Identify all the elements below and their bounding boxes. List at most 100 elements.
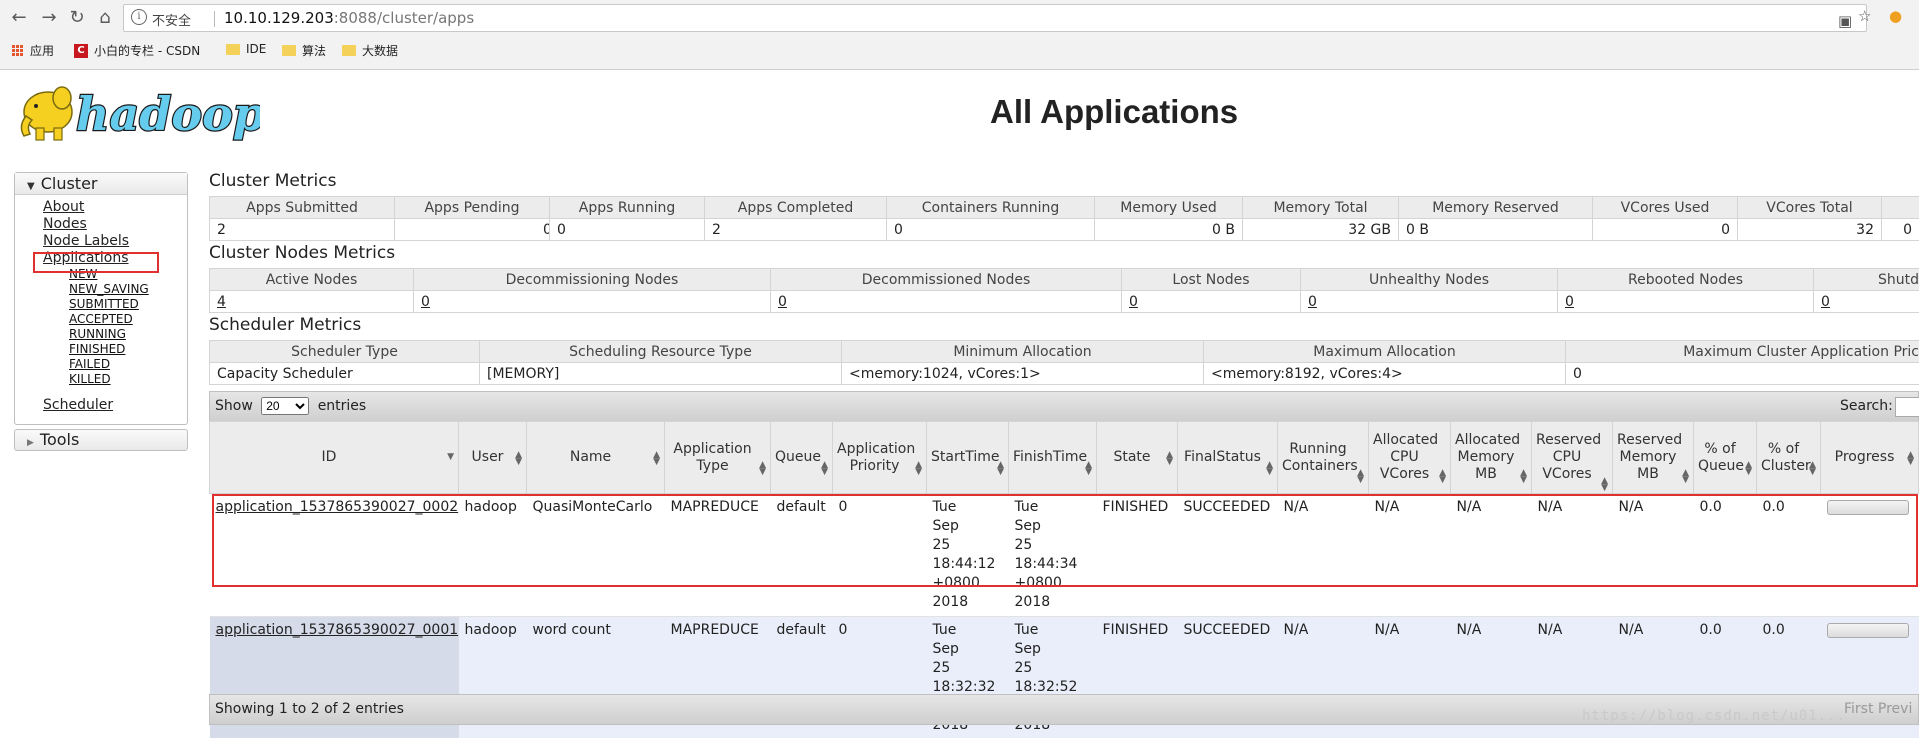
col-state[interactable]: State ▲ ▼ <box>1096 421 1178 494</box>
state-running[interactable]: RUNNING <box>69 327 187 342</box>
col-queue[interactable]: Queue ▲ ▼ <box>770 421 833 494</box>
col-user[interactable]: User ▲ ▼ <box>458 421 527 494</box>
home-icon[interactable]: ⌂ <box>94 7 116 29</box>
bookmark-label: 小白的专栏 - CSDN <box>94 44 201 58</box>
col-label: % of Cluster <box>1761 440 1811 474</box>
sort-icon: ▲ ▼ <box>1520 468 1527 485</box>
state-accepted[interactable]: ACCEPTED <box>69 312 187 327</box>
unhealthy-nodes-link[interactable]: 0 <box>1308 294 1317 310</box>
col-final-status[interactable]: FinalStatus ▲ ▼ <box>1177 421 1278 494</box>
cluster-metrics-table: Apps Submitted Apps Pending Apps Running… <box>209 196 1919 241</box>
apps-table-toolbar: Show 20 entries Search: <box>209 391 1919 422</box>
col-label: % of Queue <box>1698 440 1744 474</box>
apps-header-row: ID ▼ User ▲ ▼ Name ▲ ▼ Application Type ▲ ▼ Que… <box>209 421 1919 494</box>
tools-toggle[interactable]: ▶ Tools <box>14 429 188 451</box>
url-path: :8088/cluster/apps <box>333 9 475 27</box>
cluster-metrics-header: Apps Submitted Apps Pending Apps Running… <box>209 196 1919 219</box>
rebooted-nodes-link[interactable]: 0 <box>1565 294 1574 310</box>
metric-header: VCores Total <box>1737 196 1882 219</box>
col-finish-time[interactable]: FinishTime ▲ ▼ <box>1008 421 1097 494</box>
nav-scheduler[interactable]: Scheduler <box>43 397 187 414</box>
col-progress[interactable]: Progress ▲ ▼ <box>1820 421 1919 494</box>
state-submitted[interactable]: SUBMITTED <box>69 297 187 312</box>
col-start-time[interactable]: StartTime ▲ ▼ <box>926 421 1009 494</box>
nodes-value-cell: 0 <box>1121 290 1301 313</box>
sort-icon: ▲ ▼ <box>997 460 1004 477</box>
forward-icon[interactable]: → <box>38 7 60 29</box>
cluster-toggle[interactable]: ▼ Cluster <box>15 173 187 195</box>
bookmark-bigdata[interactable]: 大数据 <box>342 42 398 59</box>
active-nodes-link[interactable]: 4 <box>217 294 226 310</box>
search-input[interactable] <box>1895 397 1919 417</box>
info-icon[interactable]: i <box>131 9 147 25</box>
col-application-priority[interactable]: Application Priority ▲ ▼ <box>832 421 927 494</box>
nodes-value-cell: 0 <box>1300 290 1558 313</box>
sort-icon: ▲ ▼ <box>1809 460 1816 477</box>
col-label: StartTime <box>931 449 1000 465</box>
col-application-type[interactable]: Application Type ▲ ▼ <box>664 421 771 494</box>
state-killed[interactable]: KILLED <box>69 372 187 387</box>
bookmark-csdn[interactable]: C 小白的专栏 - CSDN <box>74 42 200 59</box>
folder-icon <box>226 43 240 55</box>
translate-icon[interactable]: ▣ <box>1838 12 1852 30</box>
sort-icon: ▲ ▼ <box>1085 460 1092 477</box>
col-reserved-memory[interactable]: Reserved Memory MB ▲ ▼ <box>1612 421 1694 494</box>
col-pct-queue[interactable]: % of Queue ▲ ▼ <box>1693 421 1757 494</box>
progress-bar <box>1826 623 1909 638</box>
sort-icon: ▲ ▼ <box>759 460 766 477</box>
col-label: Application Priority <box>837 440 916 474</box>
state-finished[interactable]: FINISHED <box>69 342 187 357</box>
sort-icon: ▲ ▼ <box>1682 468 1689 485</box>
col-name[interactable]: Name ▲ ▼ <box>526 421 665 494</box>
nav-nodes[interactable]: Nodes <box>43 216 187 233</box>
entries-select[interactable]: 20 <box>261 397 310 415</box>
pagination[interactable]: First Previ <box>1844 695 1912 724</box>
bookmark-apps[interactable]: 应用 <box>12 42 54 59</box>
decommissioned-nodes-link[interactable]: 0 <box>778 294 787 310</box>
scheduler-metrics-title: Scheduler Metrics <box>209 315 362 335</box>
metric-header: Memory Total <box>1242 196 1399 219</box>
col-reserved-cpu[interactable]: Reserved CPU VCores ▲ ▼ <box>1531 421 1613 494</box>
address-bar[interactable]: i 不安全 10.10.129.203:8088/cluster/apps ▣ <box>123 4 1867 32</box>
scheduler-metrics-table: Scheduler Type Scheduling Resource Type … <box>209 340 1919 385</box>
shutdown-nodes-link[interactable]: 0 <box>1821 294 1830 310</box>
bookmark-ide[interactable]: IDE <box>226 42 266 56</box>
metric-header <box>1881 196 1919 219</box>
bookmark-algorithms[interactable]: 算法 <box>282 42 326 59</box>
metric-value: 0 <box>394 218 550 241</box>
sort-icon: ▲ ▼ <box>1266 460 1273 477</box>
sort-icon: ▲ ▼ <box>1439 468 1446 485</box>
extension-icon[interactable]: ● <box>1889 7 1902 25</box>
col-allocated-memory[interactable]: Allocated Memory MB ▲ ▼ <box>1450 421 1532 494</box>
bookmark-star-icon[interactable]: ☆ <box>1858 7 1871 25</box>
state-failed[interactable]: FAILED <box>69 357 187 372</box>
reload-icon[interactable]: ↻ <box>66 7 88 29</box>
metric-header: VCores Used <box>1592 196 1738 219</box>
address-separator <box>214 11 215 27</box>
col-label: Progress <box>1834 449 1895 465</box>
col-pct-cluster[interactable]: % of Cluster ▲ ▼ <box>1756 421 1821 494</box>
back-icon[interactable]: ← <box>8 7 30 29</box>
metric-header: Decommissioned Nodes <box>770 268 1122 291</box>
hadoop-logo[interactable]: hadoop <box>14 78 260 148</box>
scheduler-metrics-header: Scheduler Type Scheduling Resource Type … <box>209 340 1919 363</box>
page-title: All Applications <box>990 93 1239 130</box>
app-id-link[interactable]: application_1537865390027_0001 <box>216 622 459 638</box>
caret-down-icon: ▼ <box>27 181 35 192</box>
decommissioning-nodes-link[interactable]: 0 <box>421 294 430 310</box>
metric-header: Scheduling Resource Type <box>479 340 842 363</box>
state-new-saving[interactable]: NEW_SAVING <box>69 282 187 297</box>
col-label: Application Type <box>673 440 752 474</box>
metric-header: Rebooted Nodes <box>1557 268 1814 291</box>
metric-value: 0 B <box>1398 218 1593 241</box>
nav-node-labels[interactable]: Node Labels <box>43 233 187 250</box>
col-allocated-cpu[interactable]: Allocated CPU VCores ▲ ▼ <box>1368 421 1451 494</box>
nav-about[interactable]: About <box>43 199 187 216</box>
applications-highlight-box <box>33 252 159 273</box>
col-id[interactable]: ID ▼ <box>209 421 459 494</box>
nodes-value-cell: 0 <box>1813 290 1919 313</box>
lost-nodes-link[interactable]: 0 <box>1129 294 1138 310</box>
folder-icon <box>282 45 296 56</box>
sort-icon: ▲ ▼ <box>821 460 828 477</box>
col-running-containers[interactable]: Running Containers ▲ ▼ <box>1277 421 1369 494</box>
